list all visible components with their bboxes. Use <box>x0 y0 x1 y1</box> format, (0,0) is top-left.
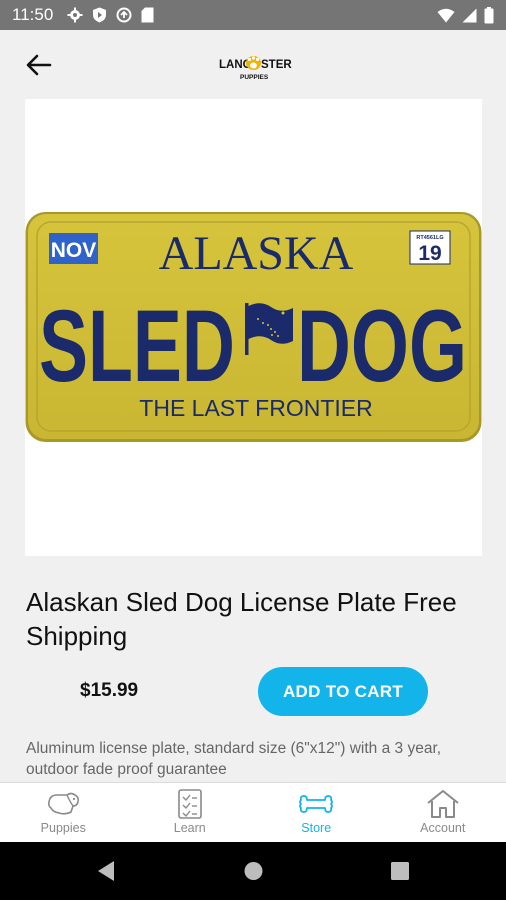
status-time: 11:50 <box>12 5 54 24</box>
nav-item-store[interactable]: Store <box>253 783 380 842</box>
plate-word-right: DOG <box>297 289 467 403</box>
home-icon <box>426 788 460 820</box>
nav-label-account: Account <box>420 821 466 835</box>
puppies-icon <box>45 788 81 820</box>
svg-text:LANC: LANC <box>219 59 251 71</box>
nav-item-account[interactable]: Account <box>380 783 506 842</box>
data-saver-icon <box>116 7 132 23</box>
plate-state: ALASKA <box>159 227 354 280</box>
lancaster-puppies-logo: LANC STER PUPPIES <box>219 56 292 81</box>
bottom-nav: Puppies Learn Store Account <box>0 782 506 842</box>
cell-signal-icon <box>462 8 477 23</box>
app-bar: LANC STER PUPPIES <box>0 30 506 100</box>
sd-card-icon <box>141 7 154 23</box>
product-price: $15.99 <box>80 680 139 701</box>
battery-icon <box>484 6 494 24</box>
product-title: Alaskan Sled Dog License Plate Free Ship… <box>26 587 457 651</box>
nav-label-store: Store <box>301 821 332 835</box>
system-back-icon[interactable] <box>96 860 116 887</box>
back-button[interactable] <box>22 50 56 80</box>
nav-label-puppies: Puppies <box>40 821 86 835</box>
settings-gear-icon <box>67 7 83 23</box>
plate-word-left: SLED <box>39 289 235 403</box>
plate-month: NOV <box>51 239 97 262</box>
nav-item-puppies[interactable]: Puppies <box>0 783 127 842</box>
product-image[interactable]: NOV ALASKA RT4561LG 19 SLED DOG THE LAST… <box>25 99 482 556</box>
status-notification-icons <box>67 7 154 23</box>
back-arrow-icon <box>26 54 52 76</box>
svg-text:PUPPIES: PUPPIES <box>240 74 269 81</box>
plate-sticker-label: RT4561LG <box>416 235 443 241</box>
plate-year: 19 <box>418 242 441 265</box>
system-recents-icon[interactable] <box>390 860 410 887</box>
bone-icon <box>299 788 334 820</box>
system-home-icon[interactable] <box>243 860 264 887</box>
svg-text:STER: STER <box>261 59 292 71</box>
status-system-icons <box>437 6 494 24</box>
system-nav-bar <box>0 842 506 900</box>
status-bar: 11:50 <box>0 0 506 30</box>
play-protect-icon <box>92 7 107 23</box>
product-description: Aluminum license plate, standard size (6… <box>26 740 442 778</box>
nav-label-learn: Learn <box>173 821 206 835</box>
plate-slogan: THE LAST FRONTIER <box>139 395 372 421</box>
wifi-icon <box>437 8 455 23</box>
nav-item-learn[interactable]: Learn <box>127 783 254 842</box>
learn-icon <box>177 788 203 820</box>
add-to-cart-button[interactable]: ADD TO CART <box>258 667 428 716</box>
license-plate-image: NOV ALASKA RT4561LG 19 SLED DOG THE LAST… <box>25 212 482 442</box>
